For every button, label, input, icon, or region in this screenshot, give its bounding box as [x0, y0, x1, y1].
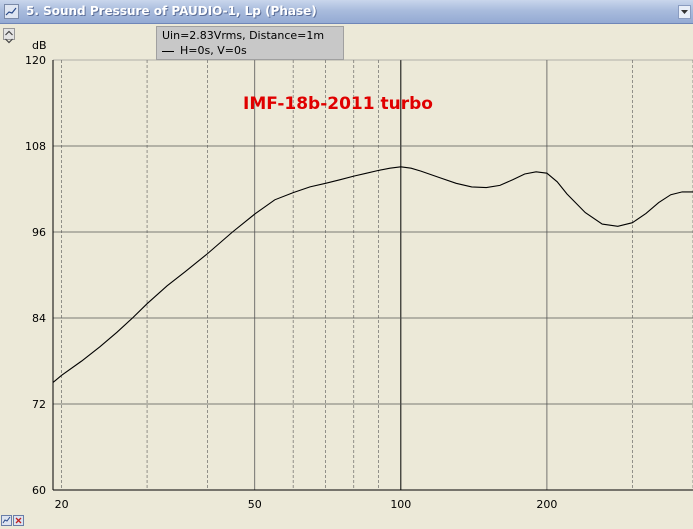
scroll-down-icon[interactable] — [3, 36, 15, 48]
x-tick-labels: 20 50 100 200 — [55, 498, 558, 511]
vertical-grid-lines — [61, 60, 693, 490]
legend-entry: H=0s, V=0s — [162, 44, 247, 57]
x-tick-label: 50 — [248, 498, 262, 511]
y-tick-labels: 60 72 84 96 108 120 — [25, 54, 46, 497]
legend-line-swatch — [162, 50, 174, 52]
y-tick-label: 108 — [25, 140, 46, 153]
legend-entry-label: H=0s, V=0s — [180, 44, 247, 57]
toolbar-close-icon[interactable] — [13, 515, 24, 526]
dropdown-arrow-icon[interactable] — [678, 5, 691, 19]
x-tick-label: 100 — [390, 498, 411, 511]
chart-area: 60 72 84 96 108 120 20 50 100 200 dB IMF-18b-201… — [25, 39, 693, 511]
window-title-bar: 5. Sound Pressure of PAUDIO-1, Lp (Phase… — [0, 0, 693, 24]
series-line — [52, 166, 693, 383]
y-tick-label: 120 — [25, 54, 46, 67]
window-title: 5. Sound Pressure of PAUDIO-1, Lp (Phase… — [26, 4, 317, 18]
legend-conditions: Uin=2.83Vrms, Distance=1m — [162, 29, 325, 42]
legend-box: Uin=2.83Vrms, Distance=1m H=0s, V=0s — [156, 26, 344, 60]
x-tick-label: 200 — [536, 498, 557, 511]
horizontal-grid-lines — [53, 59, 693, 405]
y-tick-label: 60 — [32, 484, 46, 497]
x-tick-label: 20 — [55, 498, 69, 511]
chart-annotation: IMF-18b-2011 turbo — [243, 94, 433, 114]
y-tick-label: 72 — [32, 398, 46, 411]
y-axis-unit-label: dB — [32, 39, 47, 52]
toolbar-grid-icon[interactable] — [1, 515, 12, 526]
y-tick-label: 96 — [32, 226, 46, 239]
y-tick-label: 84 — [32, 312, 46, 325]
chart-window-icon — [4, 4, 19, 19]
